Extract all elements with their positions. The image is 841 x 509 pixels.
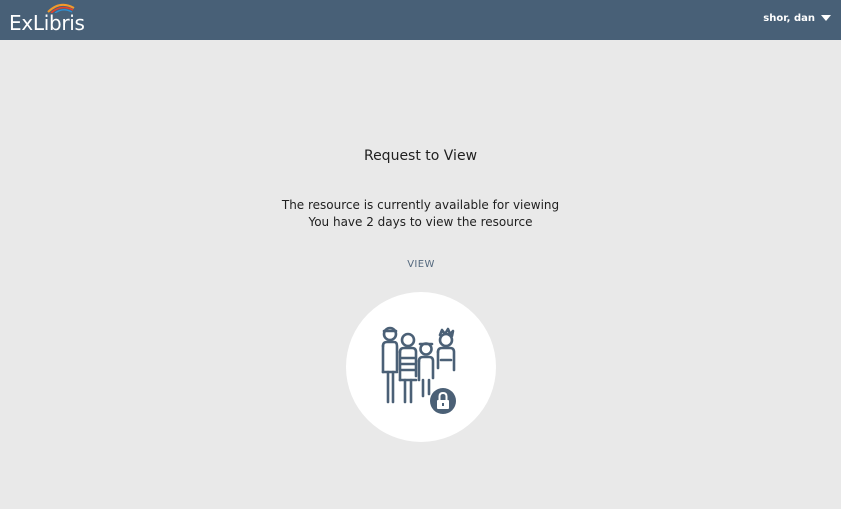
page-title: Request to View [363, 148, 478, 164]
message-line-2: You have 2 days to view the resource [308, 215, 533, 229]
people-lock-icon [381, 326, 456, 414]
logo-text: ExLibris [9, 11, 85, 35]
view-button[interactable]: VIEW [390, 257, 452, 273]
caret-down-icon [821, 15, 831, 21]
top-bar: ExLibris shor, dan [0, 0, 841, 40]
user-name: shor, dan [763, 12, 815, 24]
message-line-1: The resource is currently available for … [281, 198, 560, 212]
availability-message: The resource is currently available for … [0, 197, 841, 231]
illustration-circle [346, 292, 496, 442]
exlibris-logo[interactable]: ExLibris [9, 3, 85, 35]
main-content: Request to View The resource is currentl… [0, 40, 841, 509]
user-menu[interactable]: shor, dan [763, 0, 831, 36]
